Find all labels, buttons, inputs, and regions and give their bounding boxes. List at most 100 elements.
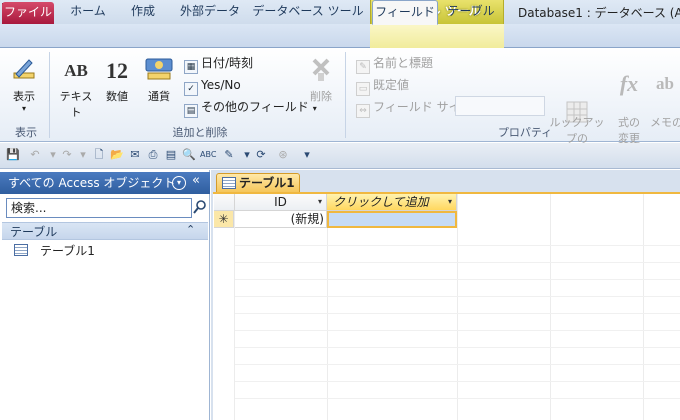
- grid-line: [235, 381, 680, 382]
- name-caption-label: 名前と標題: [373, 56, 434, 70]
- id-cell-new[interactable]: (新規): [235, 211, 327, 228]
- view-button-label: 表示: [13, 90, 35, 103]
- open-folder-icon[interactable]: 📂: [110, 148, 124, 162]
- tab-file[interactable]: ファイル: [2, 2, 54, 24]
- nav-item-table1[interactable]: テーブル1: [14, 243, 95, 259]
- select-all-corner[interactable]: [214, 194, 235, 211]
- delete-field-button[interactable]: 削除: [304, 56, 338, 104]
- column-dropdown-icon[interactable]: ▾: [318, 194, 322, 210]
- add-currency-field-button[interactable]: 通貨: [140, 56, 178, 104]
- undo-icon[interactable]: ↶: [28, 148, 42, 162]
- click-to-add-column[interactable]: クリックして追加 ▾: [327, 194, 457, 211]
- more-fields-label: その他のフィールド: [201, 100, 309, 114]
- grid-line: [235, 313, 680, 314]
- tab-create[interactable]: 作成: [120, 0, 166, 24]
- redo-dropdown-icon[interactable]: ▾: [76, 148, 90, 162]
- document-tab-label: テーブル1: [239, 176, 295, 190]
- currency-field-icon: [140, 56, 178, 86]
- grid-line: [235, 296, 680, 297]
- tab-table[interactable]: テーブル: [440, 0, 502, 24]
- email-icon[interactable]: ✉: [128, 148, 142, 162]
- print-icon[interactable]: ⎙: [146, 148, 160, 162]
- default-value-icon: ▭: [356, 82, 370, 96]
- click-to-add-label: クリックして追加: [333, 195, 429, 209]
- grid-line: [234, 211, 235, 420]
- nav-group-tables[interactable]: テーブル: [2, 222, 208, 240]
- grid-line: [643, 194, 644, 420]
- collapse-group-icon[interactable]: ⌃: [186, 223, 195, 236]
- currency-field-label: 通貨: [148, 90, 170, 103]
- text-field-icon: AB: [64, 61, 88, 80]
- memo-settings-button[interactable]: ab メモの 設定: [650, 56, 680, 143]
- window-title: Database1 : データベース (Acce: [518, 6, 680, 20]
- group-separator: [49, 52, 50, 138]
- nav-item-label: テーブル1: [40, 244, 95, 258]
- quick-print-icon[interactable]: ▤: [164, 148, 178, 162]
- grid-line: [235, 347, 680, 348]
- add-datetime-field-button[interactable]: ▦ 日付/時刻: [184, 54, 254, 74]
- view-dropdown-icon: ▾: [21, 104, 26, 113]
- view-mode-icon[interactable]: ✎: [222, 148, 236, 162]
- print-preview-icon[interactable]: 🔍: [182, 148, 196, 162]
- name-caption-button[interactable]: ✎ 名前と標題: [356, 54, 434, 74]
- add-number-field-button[interactable]: 12 数値: [100, 56, 134, 104]
- modify-expression-label: 式の 変更: [618, 116, 640, 145]
- nav-pane-collapse-icon[interactable]: «: [192, 173, 200, 188]
- spelling-icon[interactable]: ABC: [200, 148, 216, 162]
- default-value-label: 既定値: [373, 78, 410, 92]
- add-column-cell-new[interactable]: [327, 211, 457, 228]
- text-field-label: テキスト: [59, 90, 93, 119]
- undo-dropdown-icon[interactable]: ▾: [46, 148, 60, 162]
- redo-icon[interactable]: ↷: [60, 148, 74, 162]
- column-header-label: ID: [274, 195, 287, 209]
- nav-search-input[interactable]: 検索...: [6, 198, 192, 218]
- checkbox-icon: ✓: [184, 82, 198, 96]
- more-fields-icon: ▤: [184, 104, 198, 118]
- group-label-view: 表示: [15, 126, 37, 139]
- number-field-label: 数値: [106, 90, 128, 103]
- name-caption-icon: ✎: [356, 60, 370, 74]
- yesno-label: Yes/No: [201, 78, 241, 92]
- grid-line: [235, 262, 680, 263]
- delete-icon: [304, 56, 338, 86]
- tab-home[interactable]: ホーム: [62, 0, 114, 24]
- datetime-label: 日付/時刻: [201, 56, 254, 70]
- sync-icon[interactable]: ⊛: [276, 148, 290, 162]
- tab-database-tools[interactable]: データベース ツール: [252, 0, 364, 24]
- tab-external-data[interactable]: 外部データ: [172, 0, 248, 24]
- grid-line: [235, 245, 680, 246]
- field-size-input[interactable]: [455, 96, 545, 116]
- refresh-icon[interactable]: ⟳: [254, 148, 268, 162]
- context-tab-background: [370, 24, 504, 48]
- tab-fields[interactable]: フィールド: [372, 0, 438, 25]
- new-record-marker[interactable]: ✳: [214, 211, 234, 228]
- document-tab-table1[interactable]: テーブル1: [216, 173, 300, 192]
- view-button[interactable]: 表示 ▾: [6, 56, 42, 113]
- default-value-button[interactable]: ▭ 既定値: [356, 76, 410, 96]
- group-label-properties: プロパティ: [497, 126, 553, 139]
- add-text-field-button[interactable]: AB テキスト: [56, 56, 96, 120]
- view-pencil-ruler-icon: [6, 56, 42, 86]
- add-yesno-field-button[interactable]: ✓ Yes/No: [184, 76, 241, 96]
- group-label-add-delete: 追加と削除: [172, 126, 228, 139]
- field-size-icon: ⇔: [356, 104, 370, 118]
- search-icon[interactable]: [193, 199, 207, 217]
- save-icon[interactable]: 💾: [6, 148, 20, 162]
- new-file-icon[interactable]: 🗋: [92, 148, 106, 162]
- grid-line: [235, 279, 680, 280]
- grid-line: [327, 228, 328, 420]
- grid-line: [457, 194, 458, 420]
- column-header-id[interactable]: ID ▾: [235, 194, 327, 211]
- delete-field-label: 削除: [310, 90, 332, 103]
- number-field-icon: 12: [106, 58, 128, 83]
- more-fields-dropdown-icon: ▾: [312, 104, 317, 113]
- nav-pane-menu-icon[interactable]: ▾: [172, 176, 186, 190]
- table-icon: [14, 244, 28, 256]
- ribbon-tab-row: [0, 24, 680, 48]
- customize-qat-icon[interactable]: ▾: [300, 148, 314, 162]
- expression-fx-icon: fx: [619, 71, 639, 96]
- more-fields-button[interactable]: ▤ その他のフィールド ▾: [184, 98, 317, 118]
- column-dropdown-icon[interactable]: ▾: [448, 194, 452, 210]
- view-mode-dropdown-icon[interactable]: ▾: [240, 148, 254, 162]
- calendar-icon: ▦: [184, 60, 198, 74]
